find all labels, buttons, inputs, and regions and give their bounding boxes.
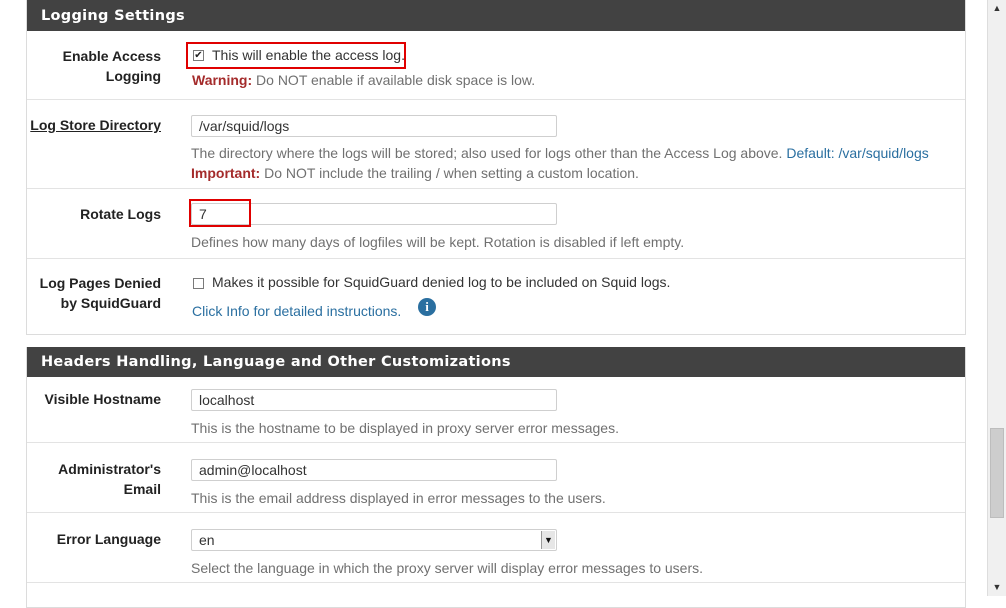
admin-email-input[interactable]: admin@localhost bbox=[191, 459, 557, 481]
admin-email-label: Administrator's Email bbox=[27, 459, 161, 499]
chevron-down-icon[interactable]: ▼ bbox=[541, 531, 555, 549]
squidguard-log-checkbox[interactable] bbox=[193, 278, 204, 289]
visible-hostname-input[interactable]: localhost bbox=[191, 389, 557, 411]
log-store-directory-label[interactable]: Log Store Directory bbox=[27, 115, 161, 135]
important-text: Do NOT include the trailing / when setti… bbox=[260, 165, 639, 181]
warning-prefix: Warning: bbox=[192, 72, 253, 88]
label-line2: Email bbox=[123, 481, 161, 497]
highlight-box bbox=[189, 199, 251, 227]
label-line1: Log Pages Denied bbox=[39, 275, 161, 291]
visible-hostname-help: This is the hostname to be displayed in … bbox=[191, 420, 619, 436]
admin-email-row: Administrator's Email admin@localhost Th… bbox=[27, 443, 965, 513]
important-prefix: Important: bbox=[191, 165, 261, 181]
squidguard-info-link[interactable]: Click Info for detailed instructions. bbox=[192, 301, 401, 321]
logging-settings-panel: Logging Settings Enable Access Logging ✔… bbox=[26, 0, 966, 335]
visible-hostname-label: Visible Hostname bbox=[44, 391, 161, 407]
left-margin bbox=[0, 0, 26, 596]
log-store-default: Default: /var/squid/logs bbox=[782, 145, 929, 161]
label-line2: Logging bbox=[105, 68, 161, 84]
headers-handling-heading: Headers Handling, Language and Other Cus… bbox=[27, 347, 965, 377]
warning-text: Do NOT enable if available disk space is… bbox=[252, 72, 536, 88]
enable-access-logging-row: Enable Access Logging ✔ This will enable… bbox=[27, 31, 965, 100]
log-store-help-text: The directory where the logs will be sto… bbox=[191, 145, 783, 161]
log-store-important: Important: Do NOT include the trailing /… bbox=[191, 163, 639, 183]
log-store-directory-input[interactable]: /var/squid/logs bbox=[191, 115, 557, 137]
admin-email-help: This is the email address displayed in e… bbox=[191, 490, 606, 506]
label-line2: by SquidGuard bbox=[60, 295, 161, 311]
squidguard-log-label: Log Pages Denied by SquidGuard bbox=[27, 273, 161, 313]
scroll-down-arrow-icon[interactable]: ▼ bbox=[988, 579, 1006, 596]
log-store-directory-row: Log Store Directory /var/squid/logs The … bbox=[27, 100, 965, 189]
scrollbar-thumb[interactable] bbox=[990, 428, 1004, 518]
log-store-directory-help: The directory where the logs will be sto… bbox=[191, 143, 929, 163]
error-language-label: Error Language bbox=[56, 531, 161, 547]
error-language-select[interactable]: en ▼ bbox=[191, 529, 557, 551]
rotate-logs-row: Rotate Logs 7 Defines how many days of l… bbox=[27, 189, 965, 259]
error-language-value: en bbox=[199, 532, 215, 548]
logging-settings-heading: Logging Settings bbox=[27, 0, 965, 31]
highlight-box bbox=[186, 42, 406, 69]
squidguard-log-text: Makes it possible for SquidGuard denied … bbox=[212, 274, 671, 290]
rotate-logs-label: Rotate Logs bbox=[80, 206, 161, 222]
error-language-row: Error Language en ▼ Select the language … bbox=[27, 513, 965, 583]
enable-access-logging-label: Enable Access Logging bbox=[27, 46, 161, 86]
vertical-scrollbar[interactable]: ▲ ▼ bbox=[987, 0, 1006, 596]
enable-access-warning: Warning: Do NOT enable if available disk… bbox=[192, 70, 535, 90]
error-language-help: Select the language in which the proxy s… bbox=[191, 560, 704, 576]
rotate-logs-help: Defines how many days of logfiles will b… bbox=[191, 234, 685, 250]
visible-hostname-row: Visible Hostname localhost This is the h… bbox=[27, 377, 965, 443]
squidguard-log-row: Log Pages Denied by SquidGuard Makes it … bbox=[27, 259, 965, 335]
label-line1: Administrator's bbox=[58, 461, 161, 477]
scroll-up-arrow-icon[interactable]: ▲ bbox=[988, 0, 1006, 17]
info-icon[interactable]: i bbox=[418, 298, 436, 316]
headers-handling-panel: Headers Handling, Language and Other Cus… bbox=[26, 347, 966, 608]
label-line1: Enable Access bbox=[62, 48, 161, 64]
